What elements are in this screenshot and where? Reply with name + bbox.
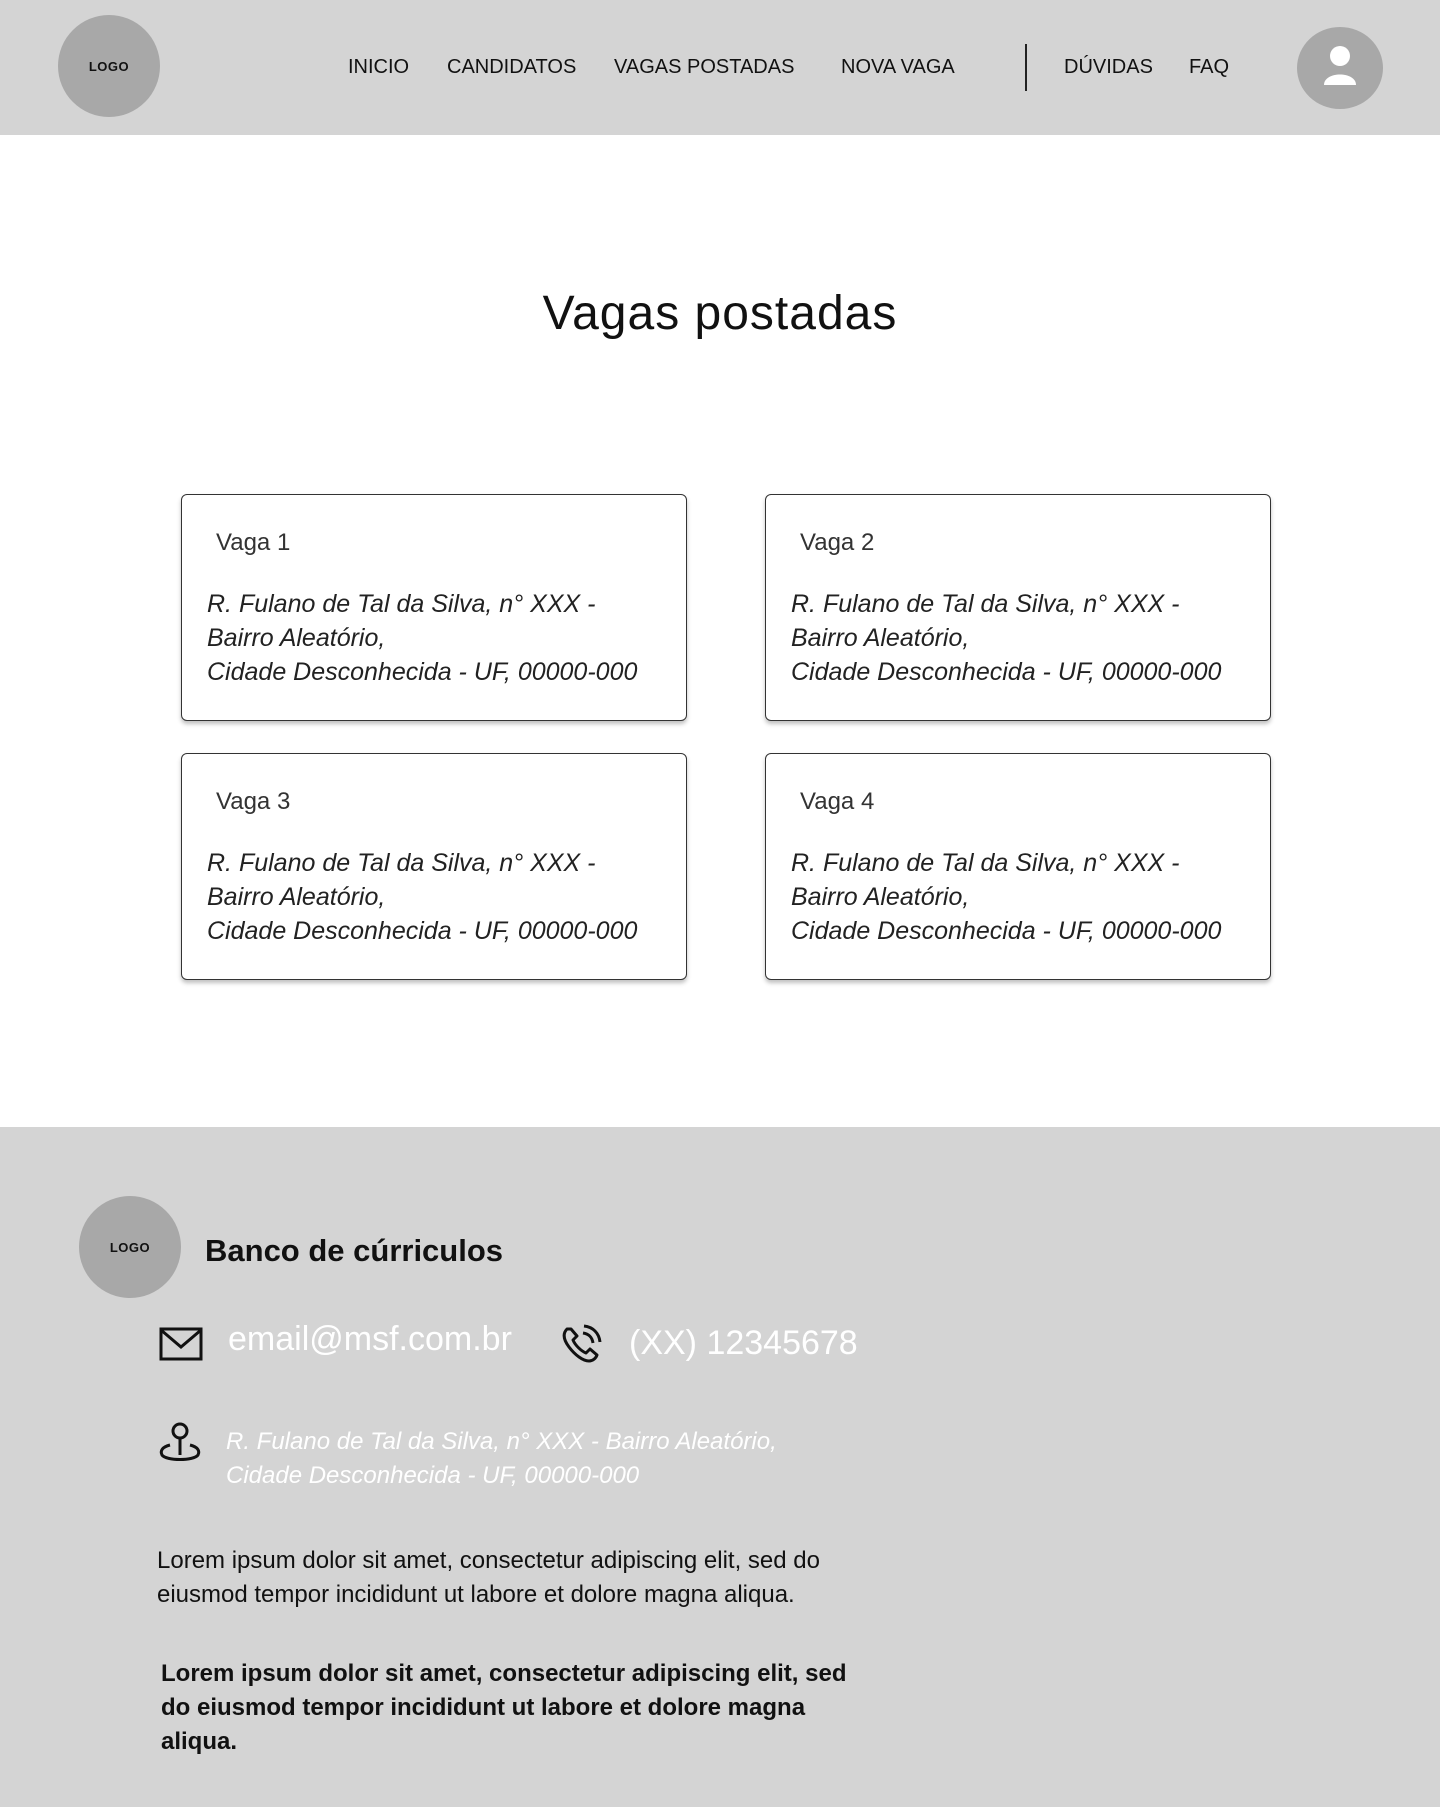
job-card-title: Vaga 3 (216, 788, 291, 815)
nav-item-candidatos[interactable]: CANDIDATOS (447, 56, 576, 79)
nav-divider (1025, 44, 1027, 91)
job-card-address: R. Fulano de Tal da Silva, n° XXX - Bair… (207, 590, 638, 686)
job-card-title: Vaga 1 (216, 529, 291, 556)
nav-item-faq[interactable]: FAQ (1189, 56, 1229, 79)
job-card-address: R. Fulano de Tal da Silva, n° XXX - Bair… (207, 849, 638, 945)
footer-phone[interactable]: (XX) 12345678 (629, 1324, 858, 1363)
user-avatar-button[interactable] (1297, 27, 1383, 109)
footer-logo[interactable]: LOGO (79, 1196, 181, 1298)
job-card-address: R. Fulano de Tal da Silva, n° XXX - Bair… (791, 590, 1222, 686)
footer-paragraph: Lorem ipsum dolor sit amet, consectetur … (157, 1547, 820, 1608)
job-card-1[interactable]: Vaga 1 R. Fulano de Tal da Silva, n° XXX… (181, 494, 687, 721)
job-card-3[interactable]: Vaga 3 R. Fulano de Tal da Silva, n° XXX… (181, 753, 687, 980)
header-logo[interactable]: LOGO (58, 15, 160, 117)
site-footer: LOGO Banco de cúrriculos email@msf.com.b… (0, 1127, 1440, 1807)
nav-item-nova-vaga[interactable]: NOVA VAGA (841, 56, 955, 79)
footer-address: R. Fulano de Tal da Silva, n° XXX - Bair… (226, 1428, 777, 1489)
job-card-4[interactable]: Vaga 4 R. Fulano de Tal da Silva, n° XXX… (765, 753, 1271, 980)
nav-item-vagas-postadas[interactable]: VAGAS POSTADAS (614, 56, 794, 79)
location-pin-icon (159, 1422, 201, 1461)
job-card-address: R. Fulano de Tal da Silva, n° XXX - Bair… (791, 849, 1222, 945)
nav-item-inicio[interactable]: INICIO (348, 56, 409, 79)
nav-item-duvidas[interactable]: DÚVIDAS (1064, 56, 1153, 79)
job-card-title: Vaga 2 (800, 529, 875, 556)
phone-icon (562, 1324, 602, 1363)
user-icon (1324, 46, 1356, 85)
job-card-2[interactable]: Vaga 2 R. Fulano de Tal da Silva, n° XXX… (765, 494, 1271, 721)
footer-brand-name: Banco de cúrriculos (205, 1233, 504, 1268)
footer-paragraph-bold: Lorem ipsum dolor sit amet, consectetur … (161, 1660, 847, 1755)
footer-email[interactable]: email@msf.com.br (228, 1320, 512, 1359)
mail-icon (159, 1327, 203, 1361)
site-header: LOGO INICIO CANDIDATOS VAGAS POSTADAS NO… (0, 0, 1440, 135)
job-card-title: Vaga 4 (800, 788, 875, 815)
page-title: Vagas postadas (542, 287, 898, 340)
